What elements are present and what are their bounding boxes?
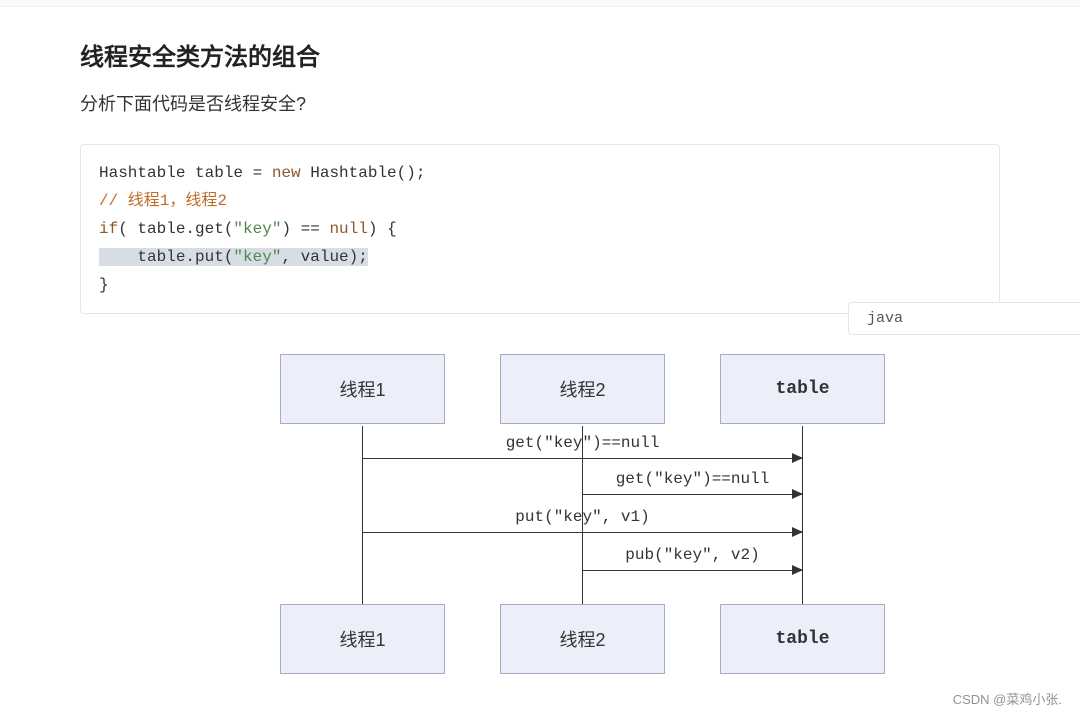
arrow-right-icon	[792, 489, 803, 499]
code-line-5: }	[99, 276, 109, 294]
watermark: CSDN @菜鸡小张.	[953, 689, 1062, 708]
table-box-bottom: table	[720, 604, 885, 674]
msg-get-1: get("key")==null	[363, 436, 802, 466]
arrow-right-icon	[792, 453, 803, 463]
thread1-box-top: 线程1	[280, 354, 445, 424]
question-text: 分析下面代码是否线程安全?	[80, 90, 1000, 116]
code-block: Hashtable table = new Hashtable(); // 线程…	[80, 144, 1000, 314]
language-badge: java	[848, 302, 1080, 335]
document-content: 线程安全类方法的组合 分析下面代码是否线程安全? Hashtable table…	[0, 7, 1080, 694]
table-box-top: table	[720, 354, 885, 424]
msg-put-2: pub("key", v2)	[583, 548, 802, 578]
arrow-right-icon	[792, 565, 803, 575]
window-top-strip	[0, 0, 1080, 7]
code-line-1: Hashtable table = new Hashtable();	[99, 164, 425, 182]
thread1-box-bottom: 线程1	[280, 604, 445, 674]
code-line-3: if( table.get("key") == null) {	[99, 220, 397, 238]
thread2-box-bottom: 线程2	[500, 604, 665, 674]
thread2-box-top: 线程2	[500, 354, 665, 424]
code-line-4: table.put("key", value);	[99, 248, 368, 266]
arrow-right-icon	[792, 527, 803, 537]
page-title: 线程安全类方法的组合	[80, 37, 1000, 72]
code-line-2-comment: // 线程1，线程2	[99, 192, 227, 210]
code-block-wrap: Hashtable table = new Hashtable(); // 线程…	[80, 144, 1000, 314]
sequence-diagram: 线程1 线程2 table get("key")==null get("key"…	[170, 354, 1080, 694]
msg-put-1: put("key", v1)	[363, 510, 802, 540]
msg-get-2: get("key")==null	[583, 472, 802, 502]
